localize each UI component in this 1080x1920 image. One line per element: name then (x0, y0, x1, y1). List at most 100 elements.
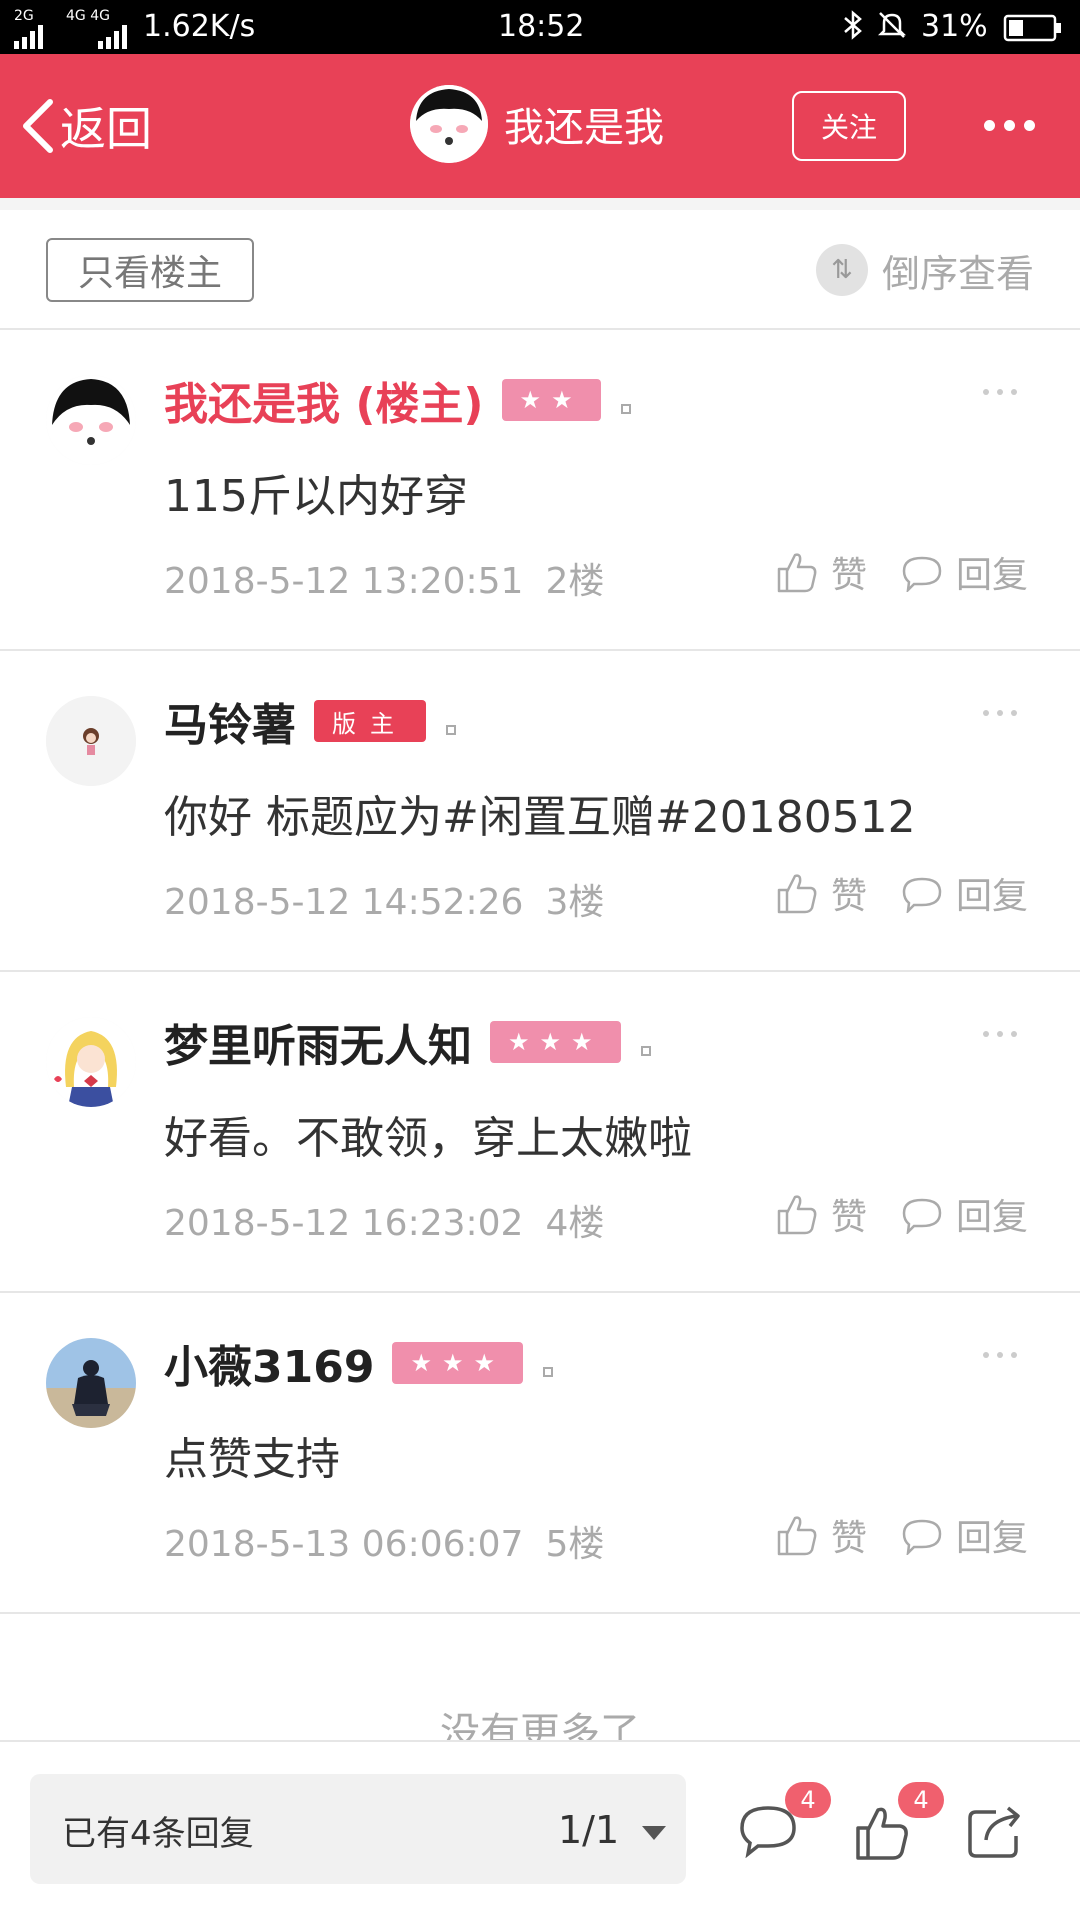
caret-down-icon[interactable] (642, 1826, 666, 1840)
reply-label: 回复 (956, 555, 1029, 596)
reply-label: 回复 (956, 1197, 1029, 1238)
post-time: 2018-5-12 13:20:51 (164, 561, 524, 602)
post-more-icon[interactable] (983, 380, 1025, 399)
username-text: 小薇3169 (164, 1342, 375, 1393)
level-badge: ★★★ (490, 1021, 621, 1063)
top-navigation-bar: 返回 我还是我 关注 (0, 54, 1080, 198)
post-content: 好看。不敢领，穿上太嫩啦 (164, 1113, 692, 1164)
follow-button[interactable]: 关注 (792, 91, 906, 161)
like-label: 赞 (831, 1518, 868, 1559)
reply-label: 回复 (956, 876, 1029, 917)
status-badge (543, 1367, 554, 1377)
reply-button[interactable]: 回复 (900, 1184, 1028, 1244)
avatar[interactable] (46, 696, 136, 786)
no-more-label: 没有更多了 (440, 1710, 640, 1740)
username[interactable]: 梦里听雨无人知 ★★★ (164, 1010, 651, 1074)
battery-icon (1003, 14, 1063, 50)
like-label: 赞 (831, 876, 868, 917)
status-badge (620, 404, 631, 414)
like-button[interactable]: 赞 (775, 1184, 867, 1244)
thread-author[interactable]: 我还是我 (410, 84, 664, 164)
avatar[interactable] (46, 1017, 136, 1107)
reply-button[interactable]: 回复 (900, 863, 1028, 923)
like-label: 赞 (831, 1197, 868, 1238)
chevron-left-icon (23, 99, 53, 153)
status-badge (446, 725, 456, 735)
only-op-button[interactable]: 只看楼主 (46, 238, 254, 302)
bottom-bar: 已有4条回复 1/1 4 4 (0, 1740, 1080, 1920)
username[interactable]: 我还是我 (楼主) ★★ (164, 368, 631, 432)
floor-number: 2楼 (545, 561, 605, 602)
share-button[interactable] (966, 1802, 1026, 1864)
username-text: 梦里听雨无人知 (164, 1021, 472, 1072)
username[interactable]: 马铃薯 版主 (164, 689, 456, 753)
thumbs-up-icon (777, 1195, 817, 1235)
post-time: 2018-5-12 14:52:26 (164, 882, 524, 923)
signal-icon-2 (98, 22, 130, 57)
like-button[interactable]: 赞 (775, 542, 867, 602)
post-time: 2018-5-13 06:06:07 (164, 1524, 524, 1565)
post-time: 2018-5-12 16:23:02 (164, 1203, 524, 1244)
list-item: 小薇3169 ★★★ 点赞支持 2018-5-13 06:06:07 5楼 赞 回… (0, 1293, 1080, 1614)
network-speed: 1.62K/s (143, 9, 256, 44)
like-button[interactable]: 赞 (775, 1505, 867, 1565)
reply-input[interactable]: 已有4条回复 1/1 (30, 1774, 686, 1884)
avatar (410, 85, 488, 163)
list-item: 梦里听雨无人知 ★★★ 好看。不敢领，穿上太嫩啦 2018-5-12 16:23… (0, 972, 1080, 1293)
battery-percent: 31% (921, 9, 988, 44)
thumbs-up-icon (777, 553, 817, 593)
level-badge: ★★ (501, 379, 601, 421)
back-label: 返回 (60, 102, 152, 156)
reverse-order-button[interactable]: ⇅ 倒序查看 (815, 238, 1034, 302)
reverse-order-label: 倒序查看 (881, 251, 1034, 296)
more-options-icon[interactable] (984, 116, 1044, 135)
comment-icon (902, 877, 942, 913)
post-content: 点赞支持 (164, 1434, 340, 1485)
username[interactable]: 小薇3169 ★★★ (164, 1331, 554, 1395)
moderator-badge: 版主 (314, 700, 426, 742)
post-more-icon[interactable] (983, 1022, 1025, 1041)
signal-icon (14, 22, 46, 57)
header-title: 我还是我 (504, 105, 664, 151)
post-more-icon[interactable] (983, 701, 1025, 720)
level-badge: ★★★ (392, 1342, 524, 1384)
comment-icon (902, 1519, 942, 1555)
bluetooth-icon (840, 9, 866, 49)
thumbs-up-icon (777, 874, 817, 914)
avatar[interactable] (46, 1338, 136, 1428)
post-content: 你好 标题应为#闲置互赠#20180512 (164, 792, 916, 843)
comment-icon (902, 556, 942, 592)
list-item: 我还是我 (楼主) ★★ 115斤以内好穿 2018-5-12 13:20:51… (0, 330, 1080, 651)
sort-icon: ⇅ (815, 244, 868, 296)
post-more-icon[interactable] (983, 1343, 1025, 1362)
like-count-badge: 4 (898, 1782, 944, 1818)
back-button[interactable]: 返回 (20, 94, 152, 158)
floor-number: 3楼 (545, 882, 605, 923)
mute-bell-icon (876, 9, 908, 49)
thumbs-up-icon (777, 1516, 817, 1556)
list-item: 马铃薯 版主 你好 标题应为#闲置互赠#20180512 2018-5-12 1… (0, 651, 1080, 972)
comment-count-badge: 4 (785, 1782, 831, 1818)
floor-number: 5楼 (545, 1524, 605, 1565)
post-meta: 2018-5-13 06:06:07 5楼 (164, 1515, 604, 1567)
status-badge (640, 1046, 651, 1056)
post-meta: 2018-5-12 16:23:02 4楼 (164, 1194, 604, 1246)
like-button[interactable]: 赞 (775, 863, 867, 923)
reply-label: 回复 (956, 1518, 1029, 1559)
avatar[interactable] (46, 375, 136, 465)
post-meta: 2018-5-12 13:20:51 2楼 (164, 552, 604, 604)
like-label: 赞 (831, 555, 868, 596)
username-text: 马铃薯 (164, 700, 296, 751)
share-icon (968, 1806, 1020, 1858)
reply-button[interactable]: 回复 (900, 1505, 1028, 1565)
page-indicator[interactable]: 1/1 (558, 1808, 619, 1852)
status-bar: 2G 4G 4G 1.62K/s 18:52 31% (0, 0, 1080, 54)
reply-button[interactable]: 回复 (900, 542, 1028, 602)
post-content: 115斤以内好穿 (164, 471, 468, 522)
post-meta: 2018-5-12 14:52:26 3楼 (164, 873, 604, 925)
reply-count-label: 已有4条回复 (62, 1814, 254, 1854)
clock: 18:52 (498, 9, 585, 44)
floor-number: 4楼 (545, 1203, 605, 1244)
filter-bar: 只看楼主 ⇅ 倒序查看 (0, 198, 1080, 330)
comment-icon (902, 1198, 942, 1234)
